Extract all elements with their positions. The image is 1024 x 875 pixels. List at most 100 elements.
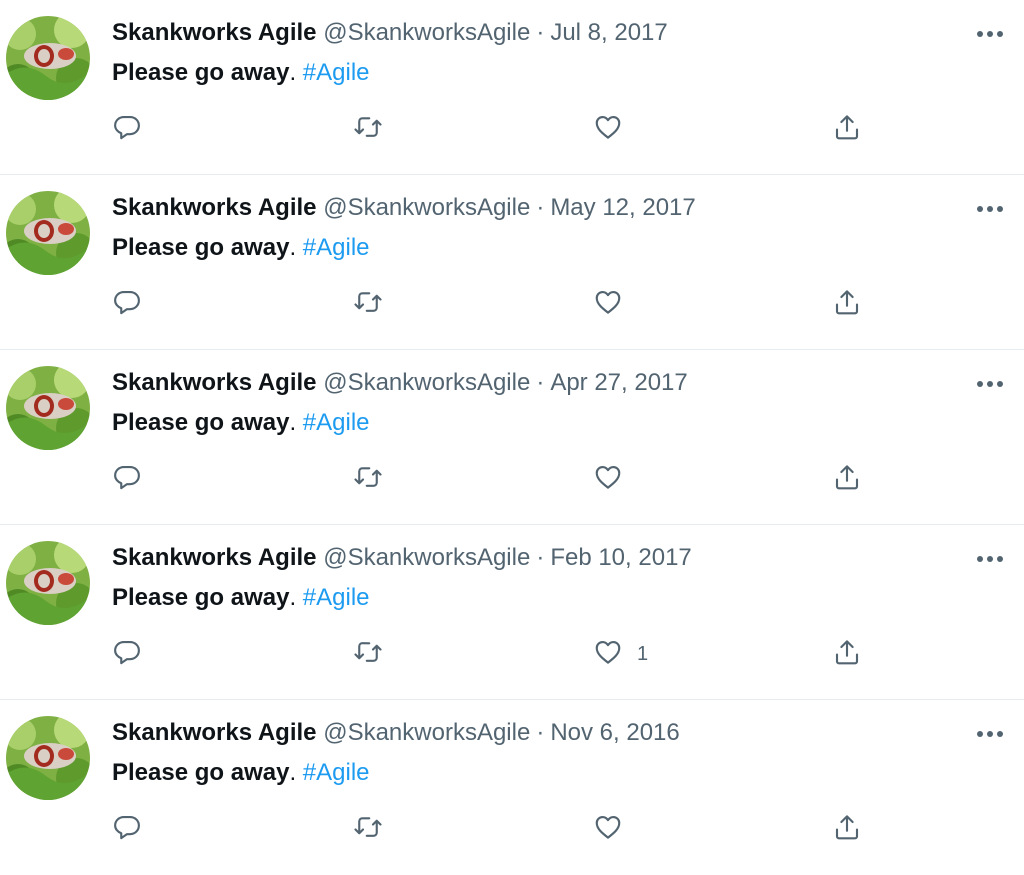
separator-dot: · (536, 194, 545, 221)
tweet-card[interactable]: Skankworks Agile @SkankworksAgile · Nov 6,… (0, 700, 1024, 875)
tweet-date[interactable]: May 12, 2017 (550, 194, 695, 221)
share-button[interactable] (832, 812, 862, 846)
hashtag-link[interactable]: #Agile (303, 409, 370, 436)
author-name[interactable]: Skankworks Agile (112, 194, 317, 221)
author-handle[interactable]: @SkankworksAgile (323, 19, 530, 46)
tweet-text: Please go away. #Agile (112, 758, 370, 788)
reply-icon (112, 462, 142, 497)
share-button[interactable] (832, 112, 862, 146)
separator-dot: · (536, 544, 545, 571)
tweet-body: Please go away (112, 584, 290, 611)
timeline-feed: Skankworks Agile @SkankworksAgile · Jul 8,… (0, 0, 1024, 875)
share-button[interactable] (832, 637, 862, 671)
retweet-button[interactable] (353, 287, 383, 321)
author-name[interactable]: Skankworks Agile (112, 369, 317, 396)
avatar[interactable] (6, 191, 90, 275)
author-handle[interactable]: @SkankworksAgile (323, 544, 530, 571)
tweet-body: Please go away (112, 759, 290, 786)
more-icon[interactable] (972, 545, 1008, 573)
tweet-text: Please go away. #Agile (112, 408, 370, 438)
tweet-date[interactable]: Jul 8, 2017 (550, 19, 667, 46)
tweet-punctuation: . (289, 584, 297, 611)
heart-icon (593, 812, 623, 847)
tweet-actions (0, 287, 1024, 321)
heart-icon (593, 637, 623, 672)
tweet-card[interactable]: Skankworks Agile @SkankworksAgile · May 12… (0, 175, 1024, 350)
hashtag-link[interactable]: #Agile (303, 584, 370, 611)
tweet-date[interactable]: Feb 10, 2017 (550, 544, 691, 571)
tweet-date[interactable]: Apr 27, 2017 (550, 369, 687, 396)
separator-dot: · (536, 19, 545, 46)
reply-button[interactable] (112, 112, 142, 146)
reply-icon (112, 112, 142, 147)
tweet-punctuation: . (289, 759, 297, 786)
heart-icon (593, 462, 623, 497)
tweet-actions: 1 (0, 637, 1024, 671)
more-icon[interactable] (972, 195, 1008, 223)
reply-icon (112, 812, 142, 847)
retweet-icon (353, 637, 383, 672)
tweet-actions (0, 462, 1024, 496)
like-button[interactable]: 1 (593, 637, 648, 671)
hashtag-link[interactable]: #Agile (303, 59, 370, 86)
tweet-header: Skankworks Agile @SkankworksAgile · Feb 10… (112, 543, 692, 573)
heart-icon (593, 287, 623, 322)
share-button[interactable] (832, 287, 862, 321)
like-button[interactable] (593, 112, 637, 146)
retweet-icon (353, 112, 383, 147)
like-count: 1 (637, 642, 649, 665)
avatar[interactable] (6, 366, 90, 450)
tweet-header: Skankworks Agile @SkankworksAgile · Jul 8,… (112, 18, 668, 48)
tweet-actions (0, 812, 1024, 846)
avatar[interactable] (6, 541, 90, 625)
share-button[interactable] (832, 462, 862, 496)
tweet-body: Please go away (112, 59, 290, 86)
share-icon (832, 812, 862, 847)
share-icon (832, 462, 862, 497)
tweet-punctuation: . (289, 234, 297, 261)
retweet-button[interactable] (353, 637, 383, 671)
tweet-date[interactable]: Nov 6, 2016 (550, 719, 679, 746)
avatar[interactable] (6, 716, 90, 800)
author-name[interactable]: Skankworks Agile (112, 719, 317, 746)
tweet-card[interactable]: Skankworks Agile @SkankworksAgile · Feb 10… (0, 525, 1024, 700)
separator-dot: · (536, 719, 545, 746)
more-icon[interactable] (972, 370, 1008, 398)
author-handle[interactable]: @SkankworksAgile (323, 194, 530, 221)
reply-icon (112, 637, 142, 672)
tweet-punctuation: . (289, 409, 297, 436)
reply-icon (112, 287, 142, 322)
avatar[interactable] (6, 16, 90, 100)
author-name[interactable]: Skankworks Agile (112, 19, 317, 46)
retweet-button[interactable] (353, 812, 383, 846)
retweet-button[interactable] (353, 462, 383, 496)
tweet-card[interactable]: Skankworks Agile @SkankworksAgile · Jul 8,… (0, 0, 1024, 175)
tweet-actions (0, 112, 1024, 146)
tweet-text: Please go away. #Agile (112, 233, 370, 263)
like-button[interactable] (593, 812, 637, 846)
like-button[interactable] (593, 287, 637, 321)
tweet-card[interactable]: Skankworks Agile @SkankworksAgile · Apr 27… (0, 350, 1024, 525)
retweet-icon (353, 462, 383, 497)
tweet-text: Please go away. #Agile (112, 583, 370, 613)
tweet-text: Please go away. #Agile (112, 58, 370, 88)
reply-button[interactable] (112, 637, 142, 671)
reply-button[interactable] (112, 287, 142, 321)
hashtag-link[interactable]: #Agile (303, 234, 370, 261)
more-icon[interactable] (972, 20, 1008, 48)
tweet-body: Please go away (112, 234, 290, 261)
reply-button[interactable] (112, 462, 142, 496)
author-handle[interactable]: @SkankworksAgile (323, 719, 530, 746)
more-icon[interactable] (972, 720, 1008, 748)
author-handle[interactable]: @SkankworksAgile (323, 369, 530, 396)
retweet-button[interactable] (353, 112, 383, 146)
share-icon (832, 112, 862, 147)
like-button[interactable] (593, 462, 637, 496)
heart-icon (593, 112, 623, 147)
reply-button[interactable] (112, 812, 142, 846)
hashtag-link[interactable]: #Agile (303, 759, 370, 786)
tweet-header: Skankworks Agile @SkankworksAgile · Apr 27… (112, 368, 688, 398)
author-name[interactable]: Skankworks Agile (112, 544, 317, 571)
tweet-header: Skankworks Agile @SkankworksAgile · May 12… (112, 193, 696, 223)
separator-dot: · (536, 369, 545, 396)
